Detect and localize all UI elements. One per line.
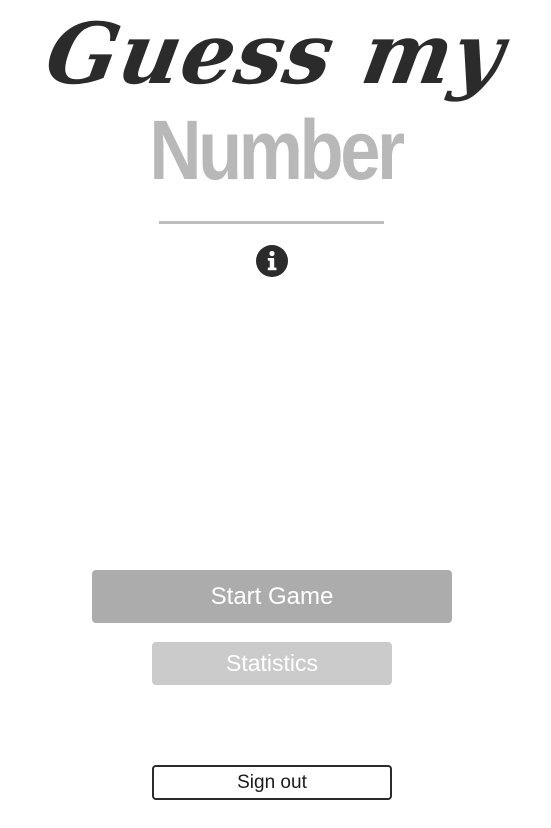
- statistics-button[interactable]: Statistics: [152, 642, 392, 685]
- info-icon[interactable]: [255, 244, 289, 278]
- app-logo: Guess my Number: [0, 0, 551, 200]
- start-game-button[interactable]: Start Game: [92, 570, 452, 623]
- logo-title-line2: Number: [149, 103, 405, 197]
- header-divider: [159, 221, 384, 224]
- logo-title-line1: Guess my: [38, 4, 513, 103]
- sign-out-button[interactable]: Sign out: [152, 765, 392, 800]
